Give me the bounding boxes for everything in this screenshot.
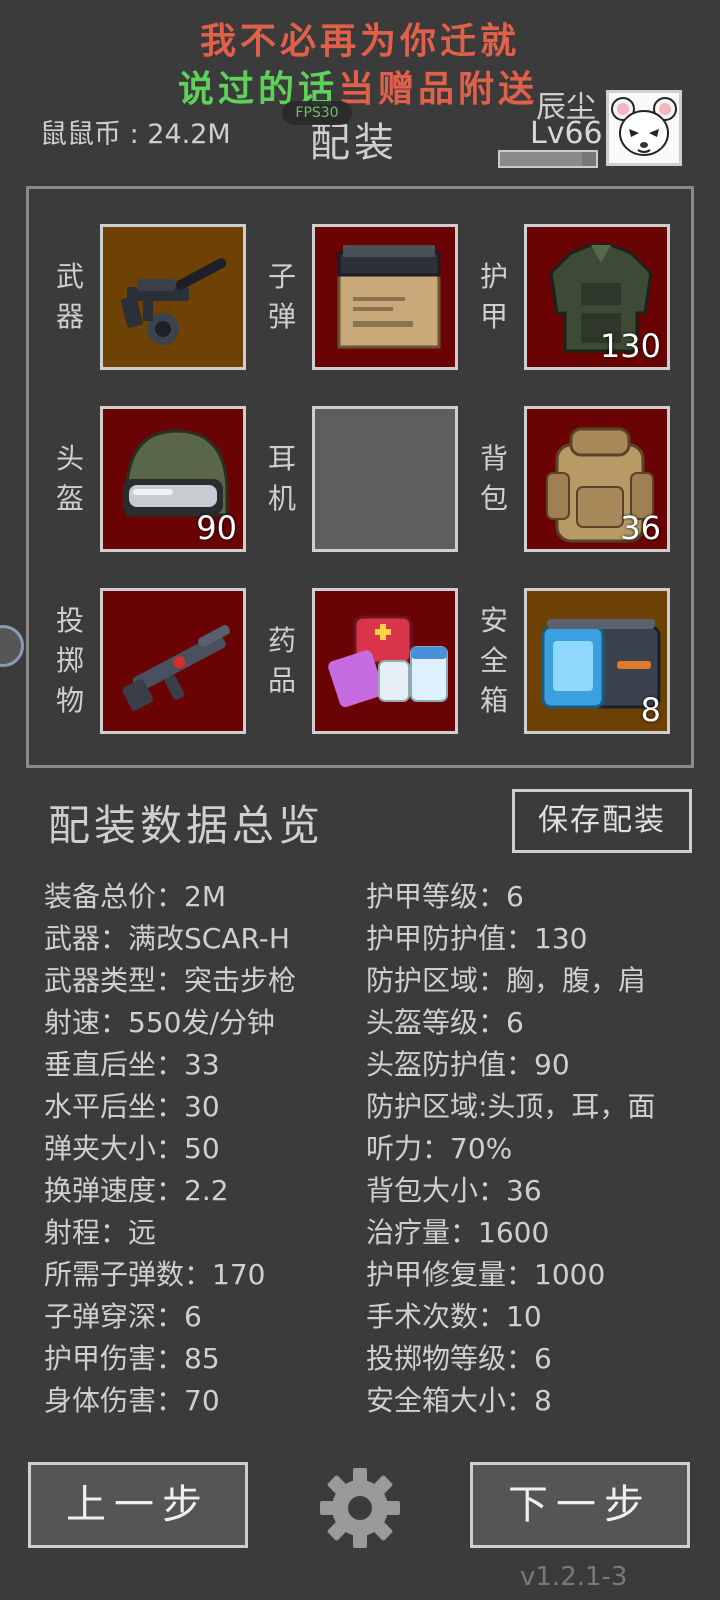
avatar[interactable] — [606, 90, 682, 166]
stat-total-value: 装备总价：2M — [44, 880, 226, 913]
banner-line-2-red: 当赠品附送 — [338, 69, 539, 110]
stat-helmet-level: 头盔等级：6 — [366, 1006, 524, 1039]
slot-label: 武器 — [55, 260, 84, 333]
stat-helmet-protection: 头盔防护值：90 — [366, 1048, 570, 1081]
stat-backpack-size: 背包大小：36 — [366, 1174, 542, 1207]
version-label: v1.2.1-3 — [520, 1562, 628, 1592]
slot-label: 背包 — [479, 442, 508, 515]
equipment-slot[interactable]: 90 — [100, 406, 246, 552]
slot-label: 子弹 — [267, 260, 296, 333]
summary-title: 配装数据总览 — [48, 801, 325, 850]
settings-button[interactable] — [316, 1464, 404, 1552]
banner-line-1: 我不必再为你迁就 — [199, 21, 520, 62]
slot-label: 安全箱 — [479, 604, 508, 717]
stat-ammo-needed: 所需子弹数：170 — [44, 1258, 266, 1291]
coin-value: 24.2M — [147, 119, 231, 150]
slot-label: 耳机 — [267, 442, 296, 515]
stat-surgery-count: 手术次数：10 — [366, 1300, 542, 1333]
slot-count: 36 — [620, 509, 661, 547]
slot-label: 投掷物 — [55, 604, 84, 717]
stat-armor-repair: 护甲修复量：1000 — [366, 1258, 606, 1291]
slot-label: 药品 — [267, 624, 296, 697]
stat-armor-level: 护甲等级：6 — [366, 880, 524, 913]
banner-line-2: 说过的话当赠品附送 — [178, 60, 538, 112]
xp-bar-fill — [500, 152, 582, 166]
stat-mag-size: 弹夹大小：50 — [44, 1132, 220, 1165]
stat-armor-zones: 防护区域：胸，腹，肩 — [366, 964, 647, 997]
slot-count: 130 — [599, 327, 661, 365]
stat-body-damage: 身体伤害：70 — [44, 1384, 220, 1417]
equipment-slot[interactable]: 8 — [524, 588, 670, 734]
player-level: Lv66 — [530, 116, 603, 151]
stat-horizontal-recoil: 水平后坐：30 — [44, 1090, 220, 1123]
stat-armor-protection: 护甲防护值：130 — [366, 922, 588, 955]
stat-armor-damage: 护甲伤害：85 — [44, 1342, 220, 1375]
stats-right-column: 护甲等级：6 护甲防护值：130 防护区域：胸，腹，肩 头盔等级：6 头盔防护值… — [366, 876, 655, 1422]
grenade-launcher-icon — [122, 625, 230, 711]
stat-hearing: 听力：70% — [366, 1132, 513, 1165]
save-loadout-button[interactable]: 保存配装 — [512, 789, 692, 853]
next-step-button[interactable]: 下一步 — [470, 1462, 690, 1548]
fps-counter: FPS30 — [282, 101, 352, 125]
equipment-slot[interactable] — [100, 224, 246, 370]
coin-label: 鼠鼠币 — [40, 119, 121, 150]
xp-bar — [498, 150, 598, 168]
stat-safe-box-size: 安全箱大小：8 — [366, 1384, 552, 1417]
stat-weapon-type: 武器类型：突击步枪 — [44, 964, 297, 997]
equipment-slot[interactable]: 130 — [524, 224, 670, 370]
stat-penetration: 子弹穿深：6 — [44, 1300, 202, 1333]
equipment-slot[interactable] — [312, 588, 458, 734]
prev-step-button[interactable]: 上一步 — [28, 1462, 248, 1548]
stat-throwable-level: 投掷物等级：6 — [366, 1342, 552, 1375]
side-float-button[interactable] — [0, 625, 24, 667]
stat-range: 射程：远 — [44, 1216, 157, 1249]
coin-balance: 鼠鼠币 : 24.2M — [40, 112, 231, 151]
equipment-slot[interactable] — [312, 406, 458, 552]
stat-heal-amount: 治疗量：1600 — [366, 1216, 550, 1249]
rifle-icon — [120, 258, 227, 345]
equipment-slot[interactable]: 36 — [524, 406, 670, 552]
slot-count: 90 — [196, 509, 237, 547]
stat-helmet-zones: 防护区域:头顶，耳，面 — [366, 1090, 656, 1123]
slot-count: 8 — [640, 691, 661, 729]
coin-separator: : — [129, 119, 139, 150]
equipment-slot[interactable] — [312, 224, 458, 370]
mouse-avatar-icon — [611, 97, 677, 156]
medkit-icon — [328, 615, 448, 708]
equipment-slot[interactable] — [100, 588, 246, 734]
stat-vertical-recoil: 垂直后坐：33 — [44, 1048, 220, 1081]
ammo-box-icon — [337, 245, 441, 349]
stats-left-column: 装备总价：2M 武器：满改SCAR-H 武器类型：突击步枪 射速：550发/分钟… — [44, 876, 296, 1422]
slot-label: 头盔 — [55, 442, 84, 515]
slot-label: 护甲 — [479, 260, 508, 333]
stat-fire-rate: 射速：550发/分钟 — [44, 1006, 275, 1039]
stat-reload-speed: 换弹速度：2.2 — [44, 1174, 229, 1207]
gear-icon — [320, 1468, 400, 1548]
stat-weapon: 武器：满改SCAR-H — [44, 922, 290, 955]
